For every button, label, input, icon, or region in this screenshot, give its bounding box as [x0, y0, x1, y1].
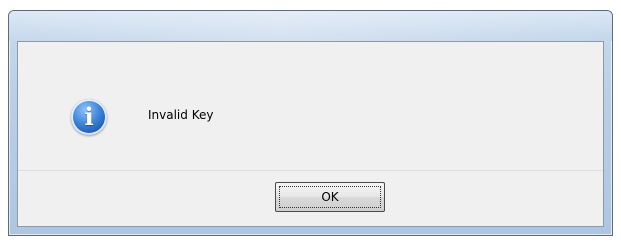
info-icon: i: [71, 99, 107, 135]
dialog-content: i Invalid Key OK: [17, 41, 604, 227]
info-icon-glyph: i: [84, 102, 94, 131]
dialog-message: Invalid Key: [148, 108, 214, 122]
message-dialog: i Invalid Key OK: [8, 10, 613, 236]
ok-button-label: OK: [321, 190, 339, 204]
dialog-footer: OK: [18, 170, 603, 226]
dialog-titlebar[interactable]: [9, 11, 612, 41]
ok-button[interactable]: OK: [275, 182, 385, 212]
